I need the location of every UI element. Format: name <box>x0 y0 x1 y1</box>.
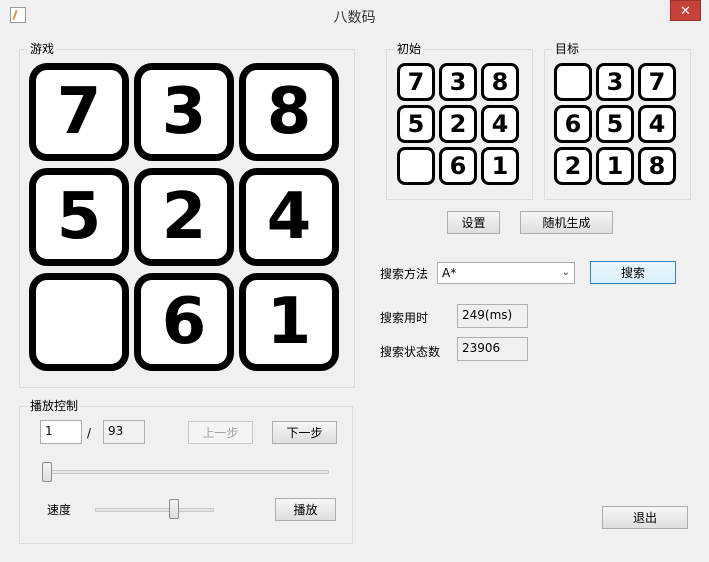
progress-slider-thumb[interactable] <box>42 462 52 482</box>
title-bar: 八数码 ✕ <box>0 0 709 32</box>
close-button[interactable]: ✕ <box>670 0 701 21</box>
target-tile: 5 <box>596 105 634 143</box>
target-tile <box>554 63 592 101</box>
search-states-label: 搜索状态数 <box>380 345 441 359</box>
search-button[interactable]: 搜索 <box>590 261 676 284</box>
set-button[interactable]: 设置 <box>447 211 500 234</box>
initial-tile: 1 <box>481 147 519 185</box>
prev-step-button[interactable]: 上一步 <box>188 421 253 444</box>
playback-group-label: 播放控制 <box>28 399 81 413</box>
game-group-label: 游戏 <box>28 42 57 56</box>
initial-tile: 4 <box>481 105 519 143</box>
target-tile: 8 <box>638 147 676 185</box>
speed-label: 速度 <box>47 503 72 517</box>
game-tile[interactable]: 6 <box>134 273 234 371</box>
speed-slider-thumb[interactable] <box>169 499 180 519</box>
search-method-select[interactable]: A* ⌄ <box>437 262 575 284</box>
search-time-field: 249(ms) <box>457 304 528 328</box>
game-tile[interactable]: 4 <box>239 168 339 266</box>
search-method-label: 搜索方法 <box>380 267 429 281</box>
target-group-label: 目标 <box>553 42 582 56</box>
step-current-input[interactable]: 1 <box>40 420 82 444</box>
game-tile[interactable]: 7 <box>29 63 129 161</box>
step-separator: / <box>87 426 92 440</box>
play-button[interactable]: 播放 <box>275 498 336 521</box>
game-tile[interactable]: 5 <box>29 168 129 266</box>
target-tile: 6 <box>554 105 592 143</box>
search-method-value: A* <box>442 266 457 280</box>
initial-tile: 5 <box>397 105 435 143</box>
game-tile[interactable]: 2 <box>134 168 234 266</box>
initial-tile: 2 <box>439 105 477 143</box>
window-title: 八数码 <box>333 10 376 26</box>
initial-group-label: 初始 <box>395 42 424 56</box>
initial-tile: 8 <box>481 63 519 101</box>
game-tile[interactable]: 8 <box>239 63 339 161</box>
game-tile[interactable] <box>29 273 129 371</box>
target-tile: 3 <box>596 63 634 101</box>
chevron-down-icon: ⌄ <box>561 267 570 278</box>
game-tile[interactable]: 1 <box>239 273 339 371</box>
target-tile: 7 <box>638 63 676 101</box>
game-tile[interactable]: 3 <box>134 63 234 161</box>
initial-tile <box>397 147 435 185</box>
search-states-field: 23906 <box>457 337 528 361</box>
initial-tile: 7 <box>397 63 435 101</box>
search-time-label: 搜索用时 <box>380 311 429 325</box>
step-total-field: 93 <box>103 420 145 444</box>
progress-slider-track <box>46 470 329 474</box>
target-tile: 2 <box>554 147 592 185</box>
random-button[interactable]: 随机生成 <box>520 211 613 234</box>
initial-tile: 6 <box>439 147 477 185</box>
next-step-button[interactable]: 下一步 <box>272 421 337 444</box>
initial-tile: 3 <box>439 63 477 101</box>
speed-slider-track <box>95 508 214 512</box>
exit-button[interactable]: 退出 <box>602 506 688 529</box>
target-tile: 1 <box>596 147 634 185</box>
target-tile: 4 <box>638 105 676 143</box>
